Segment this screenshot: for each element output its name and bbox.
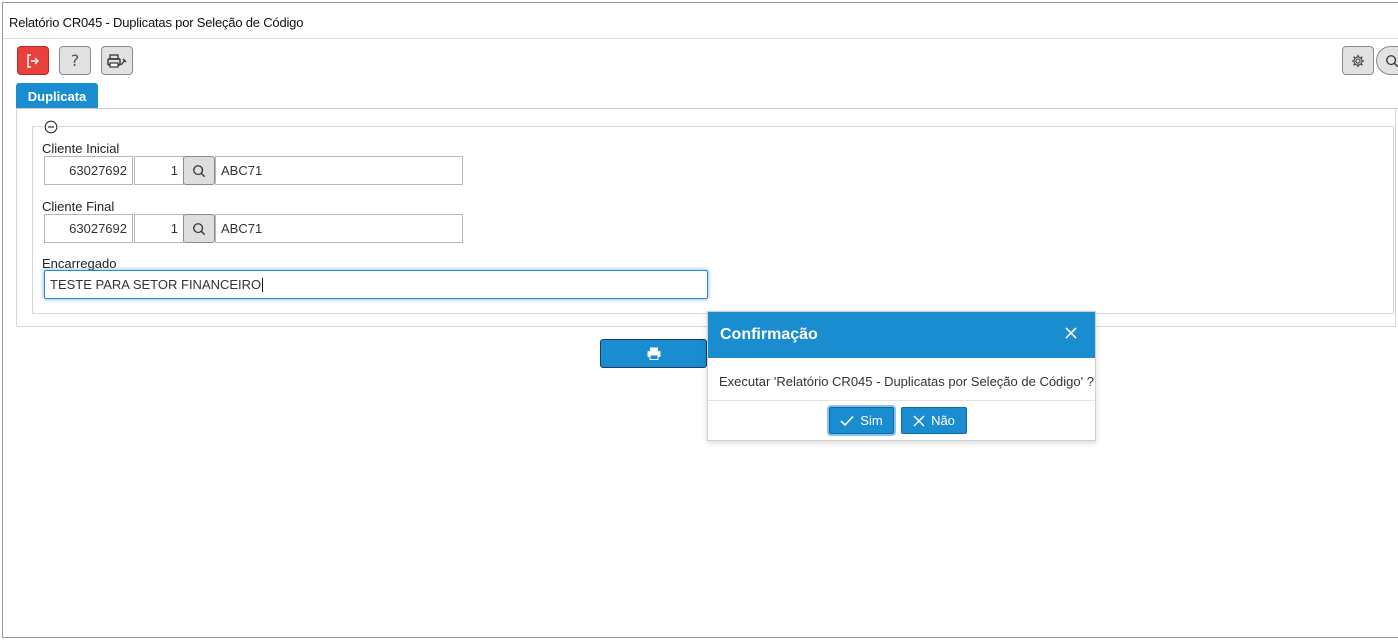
collapse-icon[interactable] xyxy=(44,120,58,134)
search-icon xyxy=(193,222,206,235)
confirmation-dialog: Confirmação Executar 'Relatório CR045 - … xyxy=(707,311,1096,441)
close-icon xyxy=(1065,327,1077,339)
title-bar: Relatório CR045 - Duplicatas por Seleção… xyxy=(3,3,1398,39)
settings-button[interactable] xyxy=(1342,46,1374,75)
printer-icon xyxy=(647,347,660,360)
dialog-header: Confirmação xyxy=(708,312,1095,358)
help-icon: ? xyxy=(70,51,80,70)
gear-icon xyxy=(1351,54,1365,67)
confirm-yes-button[interactable]: Sim xyxy=(829,407,894,434)
minus-circle-icon xyxy=(44,120,58,134)
encarregado-label: Encarregado xyxy=(42,256,117,271)
confirm-no-button[interactable]: Não xyxy=(901,407,967,434)
search-icon xyxy=(193,164,206,177)
tab-label: Duplicata xyxy=(27,88,87,104)
cliente-inicial-code-input[interactable]: 63027692 xyxy=(44,156,133,185)
cliente-final-name-field: ABC71 xyxy=(215,214,463,243)
cliente-final-label: Cliente Final xyxy=(42,199,115,214)
dialog-divider xyxy=(708,400,1095,401)
cliente-inicial-name-field: ABC71 xyxy=(215,156,463,185)
dialog-close-button[interactable] xyxy=(1063,325,1079,341)
window-title: Relatório CR045 - Duplicatas por Seleção… xyxy=(9,15,304,30)
text-caret xyxy=(262,277,264,292)
cliente-inicial-lookup-button[interactable] xyxy=(183,156,215,185)
confirm-yes-label: Sim xyxy=(860,413,883,428)
search-icon xyxy=(1385,54,1398,67)
exit-icon xyxy=(27,53,39,68)
exit-button[interactable] xyxy=(17,46,49,75)
print-button[interactable] xyxy=(600,339,707,368)
encarregado-input[interactable]: TESTE PARA SETOR FINANCEIRO xyxy=(44,270,708,299)
check-icon xyxy=(840,415,854,426)
cliente-final-seq-input[interactable]: 1 xyxy=(134,214,184,243)
close-icon xyxy=(913,414,925,427)
help-button[interactable]: ? xyxy=(59,46,91,75)
search-button[interactable] xyxy=(1376,46,1398,75)
printer-settings-icon xyxy=(107,53,127,68)
tab-duplicata[interactable]: Duplicata xyxy=(16,83,98,109)
encarregado-value: TESTE PARA SETOR FINANCEIRO xyxy=(50,277,262,292)
cliente-final-code-input[interactable]: 63027692 xyxy=(44,214,133,243)
cliente-inicial-label: Cliente Inicial xyxy=(42,141,120,156)
cliente-final-lookup-button[interactable] xyxy=(183,214,215,243)
dialog-title: Confirmação xyxy=(720,326,818,343)
dialog-message: Executar 'Relatório CR045 - Duplicatas p… xyxy=(719,374,1094,389)
printer-setup-button[interactable] xyxy=(101,46,133,75)
confirm-no-label: Não xyxy=(931,413,955,428)
cliente-inicial-seq-input[interactable]: 1 xyxy=(134,156,184,185)
